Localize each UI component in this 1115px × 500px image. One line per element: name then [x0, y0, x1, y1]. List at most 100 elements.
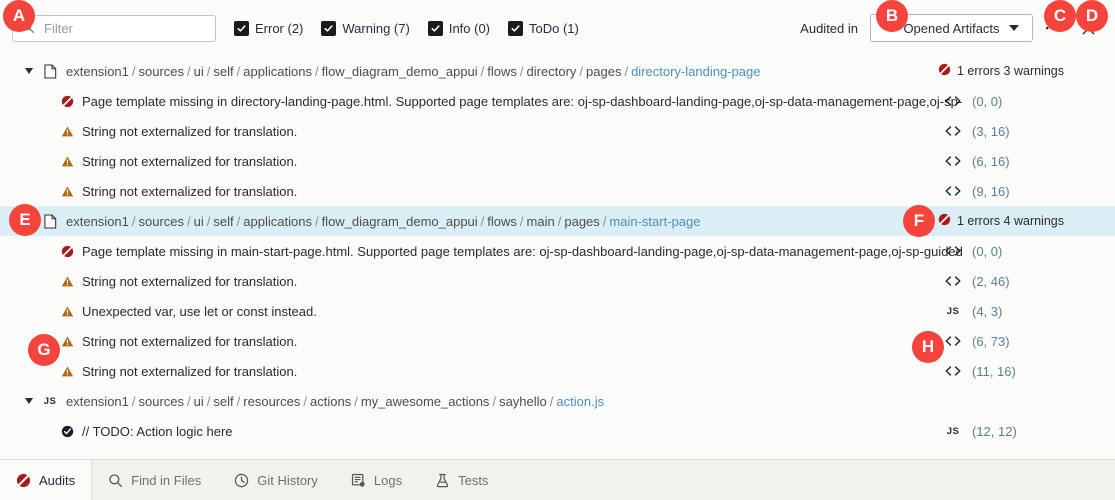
breadcrumb-separator: / — [624, 63, 629, 79]
breadcrumb[interactable]: extension1/sources / ui / self / resources / act… — [66, 394, 604, 409]
breadcrumb-segment[interactable]: main — [527, 214, 555, 229]
filter-todo[interactable]: ToDo (1) — [508, 20, 579, 36]
breadcrumb-segment[interactable]: flows — [487, 64, 517, 79]
tab-find-in-files[interactable]: Find in Files — [92, 460, 218, 500]
annotation-badge-b: B — [876, 0, 908, 32]
audit-item-row[interactable]: Page template missing in main-start-page… — [0, 236, 1115, 266]
breadcrumb-segment[interactable]: sources — [139, 214, 185, 229]
breadcrumb-segment[interactable]: flow_diagram_demo_appui — [322, 64, 478, 79]
code-icon — [940, 365, 966, 377]
breadcrumb-separator: / — [131, 393, 136, 409]
audit-item-location[interactable]: (9, 16) — [940, 184, 1010, 199]
breadcrumb-segment[interactable]: self — [213, 214, 233, 229]
todo-icon — [60, 424, 74, 438]
audit-group-row[interactable]: extension1/sources / ui / self / applications /… — [0, 206, 1115, 236]
audit-item-row[interactable]: String not externalized for translation.… — [0, 116, 1115, 146]
breadcrumb-segment[interactable]: extension1 — [66, 64, 129, 79]
breadcrumb-segment[interactable]: flows — [487, 214, 517, 229]
tab-git-history[interactable]: Git History — [218, 460, 335, 500]
tab-label: Find in Files — [131, 472, 202, 488]
audit-item-location[interactable]: JS (4, 3) — [940, 304, 1003, 319]
breadcrumb-segment[interactable]: self — [213, 64, 233, 79]
code-icon — [940, 275, 966, 287]
breadcrumb-segment[interactable]: sources — [139, 64, 185, 79]
breadcrumb[interactable]: extension1/sources / ui / self / applications /… — [66, 64, 760, 79]
filter-info[interactable]: Info (0) — [427, 20, 490, 36]
breadcrumb-segment[interactable]: resources — [243, 394, 300, 409]
audit-item-location[interactable]: (3, 16) — [940, 124, 1010, 139]
annotation-badge-a: A — [3, 0, 35, 32]
audit-item-location[interactable]: (2, 46) — [940, 274, 1010, 289]
audit-group-row[interactable]: extension1/sources / ui / self / applications /… — [0, 56, 1115, 86]
error-icon — [60, 244, 74, 258]
breadcrumb-segment[interactable]: flow_diagram_demo_appui — [322, 214, 478, 229]
audit-item-location[interactable]: (0, 0) — [940, 94, 1002, 109]
audit-group-row[interactable]: JS extension1/sources / ui / self / resources / a… — [0, 386, 1115, 416]
audit-item-row[interactable]: Page template missing in directory-landi… — [0, 86, 1115, 116]
breadcrumb-separator: / — [131, 213, 136, 229]
breadcrumb-file-link[interactable]: directory-landing-page — [631, 64, 760, 79]
breadcrumb-segment[interactable]: actions — [310, 394, 351, 409]
breadcrumb-segment[interactable]: my_awesome_actions — [361, 394, 490, 409]
breadcrumb-segment[interactable]: directory — [527, 64, 577, 79]
audit-item-row[interactable]: String not externalized for translation.… — [0, 266, 1115, 296]
audit-item-row[interactable]: String not externalized for translation.… — [0, 176, 1115, 206]
audit-item-row[interactable]: String not externalized for translation.… — [0, 356, 1115, 386]
audit-item-row[interactable]: // TODO: Action logic here JS (12, 12) — [0, 416, 1115, 446]
tab-label: Tests — [458, 472, 489, 488]
audit-item-message: Unexpected var, use let or const instead… — [82, 303, 317, 319]
breadcrumb-separator: / — [236, 213, 241, 229]
breadcrumb-segment[interactable]: extension1 — [66, 214, 129, 229]
audit-item-row[interactable]: String not externalized for translation.… — [0, 146, 1115, 176]
breadcrumb-segment[interactable]: applications — [243, 64, 312, 79]
breadcrumb-segment[interactable]: ui — [194, 214, 204, 229]
warning-icon — [60, 154, 74, 168]
audit-item-location[interactable]: JS (12, 12) — [940, 424, 1017, 439]
breadcrumb-segment[interactable]: ui — [194, 394, 204, 409]
warning-icon — [60, 364, 74, 378]
error-icon — [938, 213, 951, 229]
breadcrumb-separator: / — [303, 393, 307, 409]
checkbox-info[interactable] — [427, 20, 443, 36]
audit-item-location[interactable]: (11, 16) — [940, 364, 1016, 379]
audit-results-list[interactable]: extension1/sources / ui / self / applications /… — [0, 56, 1115, 459]
breadcrumb-segment[interactable]: extension1 — [66, 394, 129, 409]
audits-panel: Error (2) Warning (7) Info (0) ToDo (1) — [0, 0, 1115, 500]
breadcrumb-file-link[interactable]: action.js — [556, 394, 604, 409]
audit-item-row[interactable]: String not externalized for translation.… — [0, 326, 1115, 356]
chevron-down-icon[interactable] — [22, 394, 36, 408]
breadcrumb-segment[interactable]: sources — [139, 394, 185, 409]
filter-input[interactable] — [42, 19, 207, 37]
breadcrumb-separator: / — [480, 213, 485, 229]
breadcrumb-separator: / — [206, 63, 211, 79]
audit-item-location[interactable]: (0, 0) — [940, 244, 1002, 259]
breadcrumb-file-link[interactable]: main-start-page — [609, 214, 700, 229]
breadcrumb-segment[interactable]: ui — [194, 64, 204, 79]
checkbox-error[interactable] — [234, 20, 249, 36]
audit-item-location[interactable]: (6, 16) — [940, 154, 1010, 169]
breadcrumb-segment[interactable]: pages — [586, 64, 621, 79]
chevron-down-icon[interactable] — [22, 64, 36, 78]
filter-warning[interactable]: Warning (7) — [321, 20, 410, 36]
tab-tests[interactable]: Tests — [419, 460, 505, 500]
breadcrumb-separator: / — [206, 393, 211, 409]
breadcrumb-separator: / — [131, 63, 136, 79]
audit-item-message: String not externalized for translation. — [82, 153, 298, 169]
audit-item-row[interactable]: Unexpected var, use let or const instead… — [0, 296, 1115, 326]
annotation-badge-d: D — [1076, 0, 1108, 32]
tab-logs[interactable]: Logs — [335, 460, 419, 500]
breadcrumb-segment[interactable]: pages — [564, 214, 599, 229]
breadcrumb-segment[interactable]: sayhello — [499, 394, 547, 409]
checkbox-warning[interactable] — [321, 20, 337, 36]
checkbox-todo[interactable] — [508, 20, 524, 36]
breadcrumb-segment[interactable]: applications — [243, 214, 312, 229]
audit-item-position: (0, 0) — [972, 93, 1003, 109]
audit-item-location[interactable]: (6, 73) — [940, 334, 1010, 349]
breadcrumb-separator: / — [314, 63, 319, 79]
breadcrumb[interactable]: extension1/sources / ui / self / applications /… — [66, 214, 700, 229]
breadcrumb-segment[interactable]: self — [213, 394, 233, 409]
tab-audits[interactable]: Audits — [0, 460, 93, 500]
filter-error[interactable]: Error (2) — [234, 20, 303, 36]
filter-search-box[interactable] — [12, 14, 216, 42]
annotation-badge-h: H — [912, 331, 944, 363]
